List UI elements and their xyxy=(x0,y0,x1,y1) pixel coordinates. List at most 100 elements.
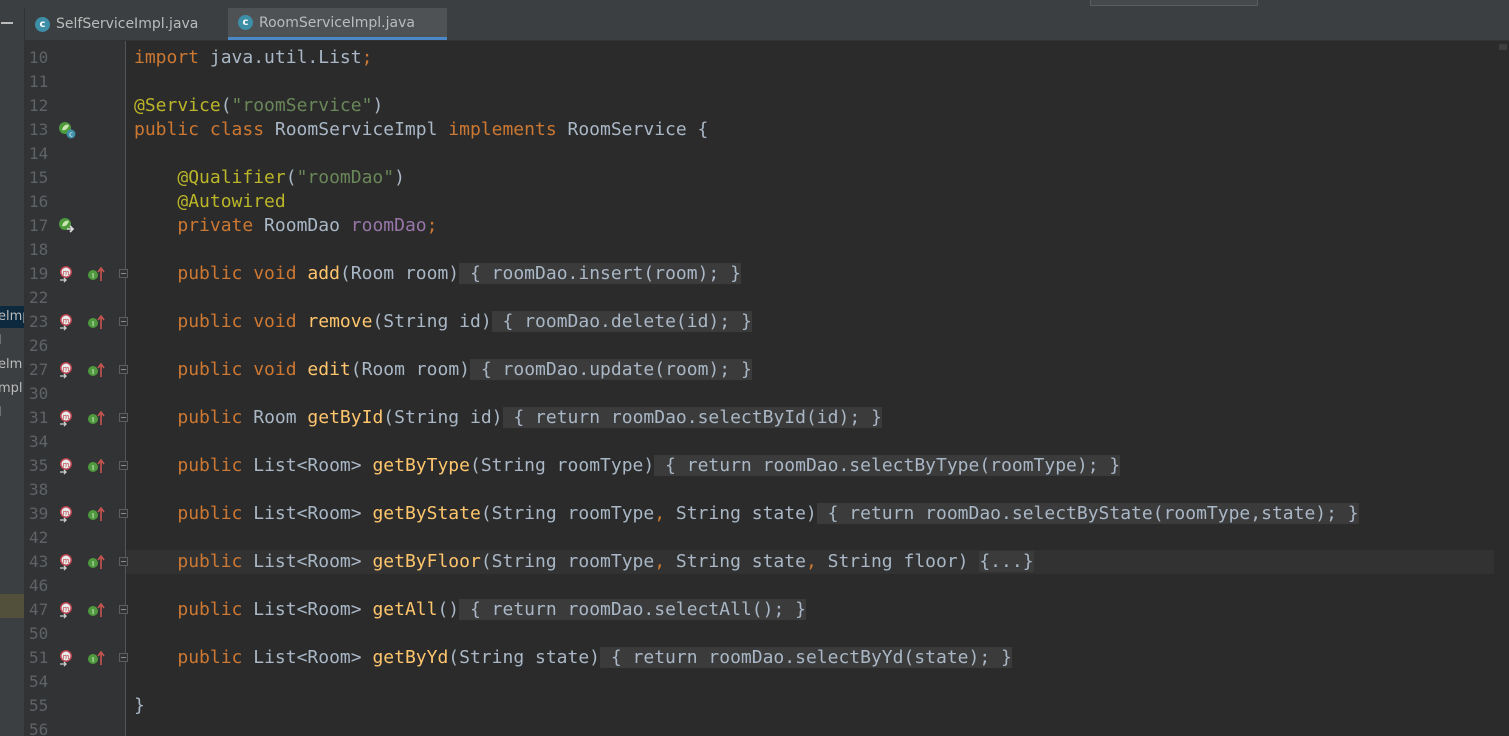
code-line[interactable]: 54 xyxy=(0,670,1494,694)
code-token: (String roomType xyxy=(480,551,655,572)
code-line[interactable]: 30 xyxy=(0,382,1494,406)
code-line[interactable]: 38 xyxy=(0,478,1494,502)
code-text[interactable]: public List<Room> getAll() { return room… xyxy=(134,598,806,622)
code-text[interactable]: @Service("roomService") xyxy=(134,94,383,118)
override-up-icon[interactable]: I xyxy=(87,409,105,427)
fold-icon[interactable] xyxy=(119,365,128,374)
fold-icon[interactable] xyxy=(119,605,128,614)
code-line[interactable]: 51 m I public List<Room> getByYd(String st… xyxy=(0,646,1494,670)
override-up-icon[interactable]: I xyxy=(87,505,105,523)
code-token: public xyxy=(177,503,243,524)
tab-roomserviceimpl[interactable]: c RoomServiceImpl.java xyxy=(228,8,447,40)
code-line[interactable]: 39 m I public List<Room> getByState(String… xyxy=(0,502,1494,526)
implements-method-icon[interactable]: m xyxy=(58,553,76,571)
tab-selfserviceimpl[interactable]: c SelfServiceImpl.java xyxy=(25,8,227,40)
code-line[interactable]: 47 m I public List<Room> getAll() { return… xyxy=(0,598,1494,622)
code-line[interactable]: 31 m I public Room getById(String id) { re… xyxy=(0,406,1494,430)
code-text[interactable]: private RoomDao roomDao; xyxy=(134,214,437,238)
folded-region-token xyxy=(556,599,568,620)
svg-text:I: I xyxy=(92,368,94,376)
fold-icon[interactable] xyxy=(119,317,128,326)
line-number: 54 xyxy=(29,672,49,691)
code-line[interactable]: 15 @Qualifier("roomDao") xyxy=(0,166,1494,190)
run-config-field[interactable] xyxy=(1090,0,1258,6)
line-number: 30 xyxy=(29,384,49,403)
code-token: (Room room) xyxy=(350,359,470,380)
code-text[interactable]: public List<Room> getByFloor(String room… xyxy=(134,550,1034,574)
code-line[interactable]: 17 private RoomDao roomDao; xyxy=(0,214,1494,238)
code-text[interactable]: public class RoomServiceImpl implements … xyxy=(134,118,708,142)
fold-icon[interactable] xyxy=(119,509,128,518)
implements-method-icon[interactable]: m xyxy=(58,361,76,379)
code-line[interactable]: 34 xyxy=(0,430,1494,454)
code-text[interactable]: public void remove(String id) { roomDao.… xyxy=(134,310,752,334)
code-line[interactable]: 16 @Autowired xyxy=(0,190,1494,214)
override-up-icon[interactable]: I xyxy=(87,457,105,475)
code-token: @Service xyxy=(134,95,221,116)
code-line[interactable]: 10 import java.util.List; xyxy=(0,46,1494,70)
spring-autowire-icon[interactable] xyxy=(58,217,76,235)
code-line[interactable]: 43 m I public List<Room> getByFloor(String… xyxy=(0,550,1494,574)
folded-region-token: ; xyxy=(979,647,991,668)
fold-icon[interactable] xyxy=(119,557,128,566)
vertical-scrollbar[interactable] xyxy=(1494,41,1509,736)
override-up-icon[interactable]: I xyxy=(87,313,105,331)
code-line[interactable]: 35 m I public List<Room> getByType(String … xyxy=(0,454,1494,478)
code-line[interactable]: 13 c public class RoomServiceImpl implemen… xyxy=(0,118,1494,142)
code-line[interactable]: 50 xyxy=(0,622,1494,646)
code-text[interactable]: } xyxy=(134,694,145,718)
code-text[interactable]: import java.util.List; xyxy=(134,46,372,70)
code-text[interactable]: public List<Room> getByType(String roomT… xyxy=(134,454,1121,478)
override-up-icon[interactable]: I xyxy=(87,361,105,379)
folded-region-token: { xyxy=(459,263,492,284)
implements-method-icon[interactable]: m xyxy=(58,457,76,475)
code-text[interactable]: public List<Room> getByYd(String state) … xyxy=(134,646,1012,670)
override-up-icon[interactable]: I xyxy=(87,649,105,667)
svg-text:m: m xyxy=(63,653,70,661)
code-text[interactable]: public Room getById(String id) { return … xyxy=(134,406,882,430)
fold-icon[interactable] xyxy=(119,413,128,422)
folded-region-token: ; xyxy=(708,263,720,284)
line-number: 35 xyxy=(29,456,49,475)
code-text[interactable]: public List<Room> getByState(String room… xyxy=(134,502,1359,526)
code-line[interactable]: 11 xyxy=(0,70,1494,94)
override-up-icon[interactable]: I xyxy=(87,553,105,571)
code-text[interactable]: @Qualifier("roomDao") xyxy=(134,166,405,190)
implements-method-icon[interactable]: m xyxy=(58,265,76,283)
code-line[interactable]: 12 @Service("roomService") xyxy=(0,94,1494,118)
spring-bean-icon[interactable]: c xyxy=(58,121,76,139)
code-line[interactable]: 23 m I public void remove(String id) { roo… xyxy=(0,310,1494,334)
code-text[interactable]: @Autowired xyxy=(134,190,285,214)
code-line[interactable]: 19 m I public void add(Room room) { roomDa… xyxy=(0,262,1494,286)
svg-text:I: I xyxy=(92,416,94,424)
code-line[interactable]: 14 xyxy=(0,142,1494,166)
implements-method-icon[interactable]: m xyxy=(58,313,76,331)
implements-method-icon[interactable]: m xyxy=(58,505,76,523)
code-text[interactable]: public void add(Room room) { roomDao.ins… xyxy=(134,262,741,286)
code-line[interactable]: 26 xyxy=(0,334,1494,358)
code-line[interactable]: 42 xyxy=(0,526,1494,550)
code-text[interactable]: public void edit(Room room) { roomDao.up… xyxy=(134,358,752,382)
override-up-icon[interactable]: I xyxy=(87,265,105,283)
collapse-icon[interactable] xyxy=(1,22,13,24)
code-line[interactable]: 55} xyxy=(0,694,1494,718)
code-line[interactable]: 22 xyxy=(0,286,1494,310)
code-line[interactable]: 56 xyxy=(0,718,1494,736)
fold-icon[interactable] xyxy=(119,653,128,662)
override-up-icon[interactable]: I xyxy=(87,601,105,619)
line-number: 51 xyxy=(29,648,49,667)
line-number: 47 xyxy=(29,600,49,619)
line-number: 18 xyxy=(29,240,49,259)
code-line[interactable]: 18 xyxy=(0,238,1494,262)
fold-icon[interactable] xyxy=(119,269,128,278)
code-line[interactable]: 27 m I public void edit(Room room) { roomD… xyxy=(0,358,1494,382)
implements-method-icon[interactable]: m xyxy=(58,649,76,667)
fold-icon[interactable] xyxy=(119,461,128,470)
code-token: ( xyxy=(220,95,232,116)
implements-method-icon[interactable]: m xyxy=(58,409,76,427)
implements-method-icon[interactable]: m xyxy=(58,601,76,619)
code-line[interactable]: 46 xyxy=(0,574,1494,598)
